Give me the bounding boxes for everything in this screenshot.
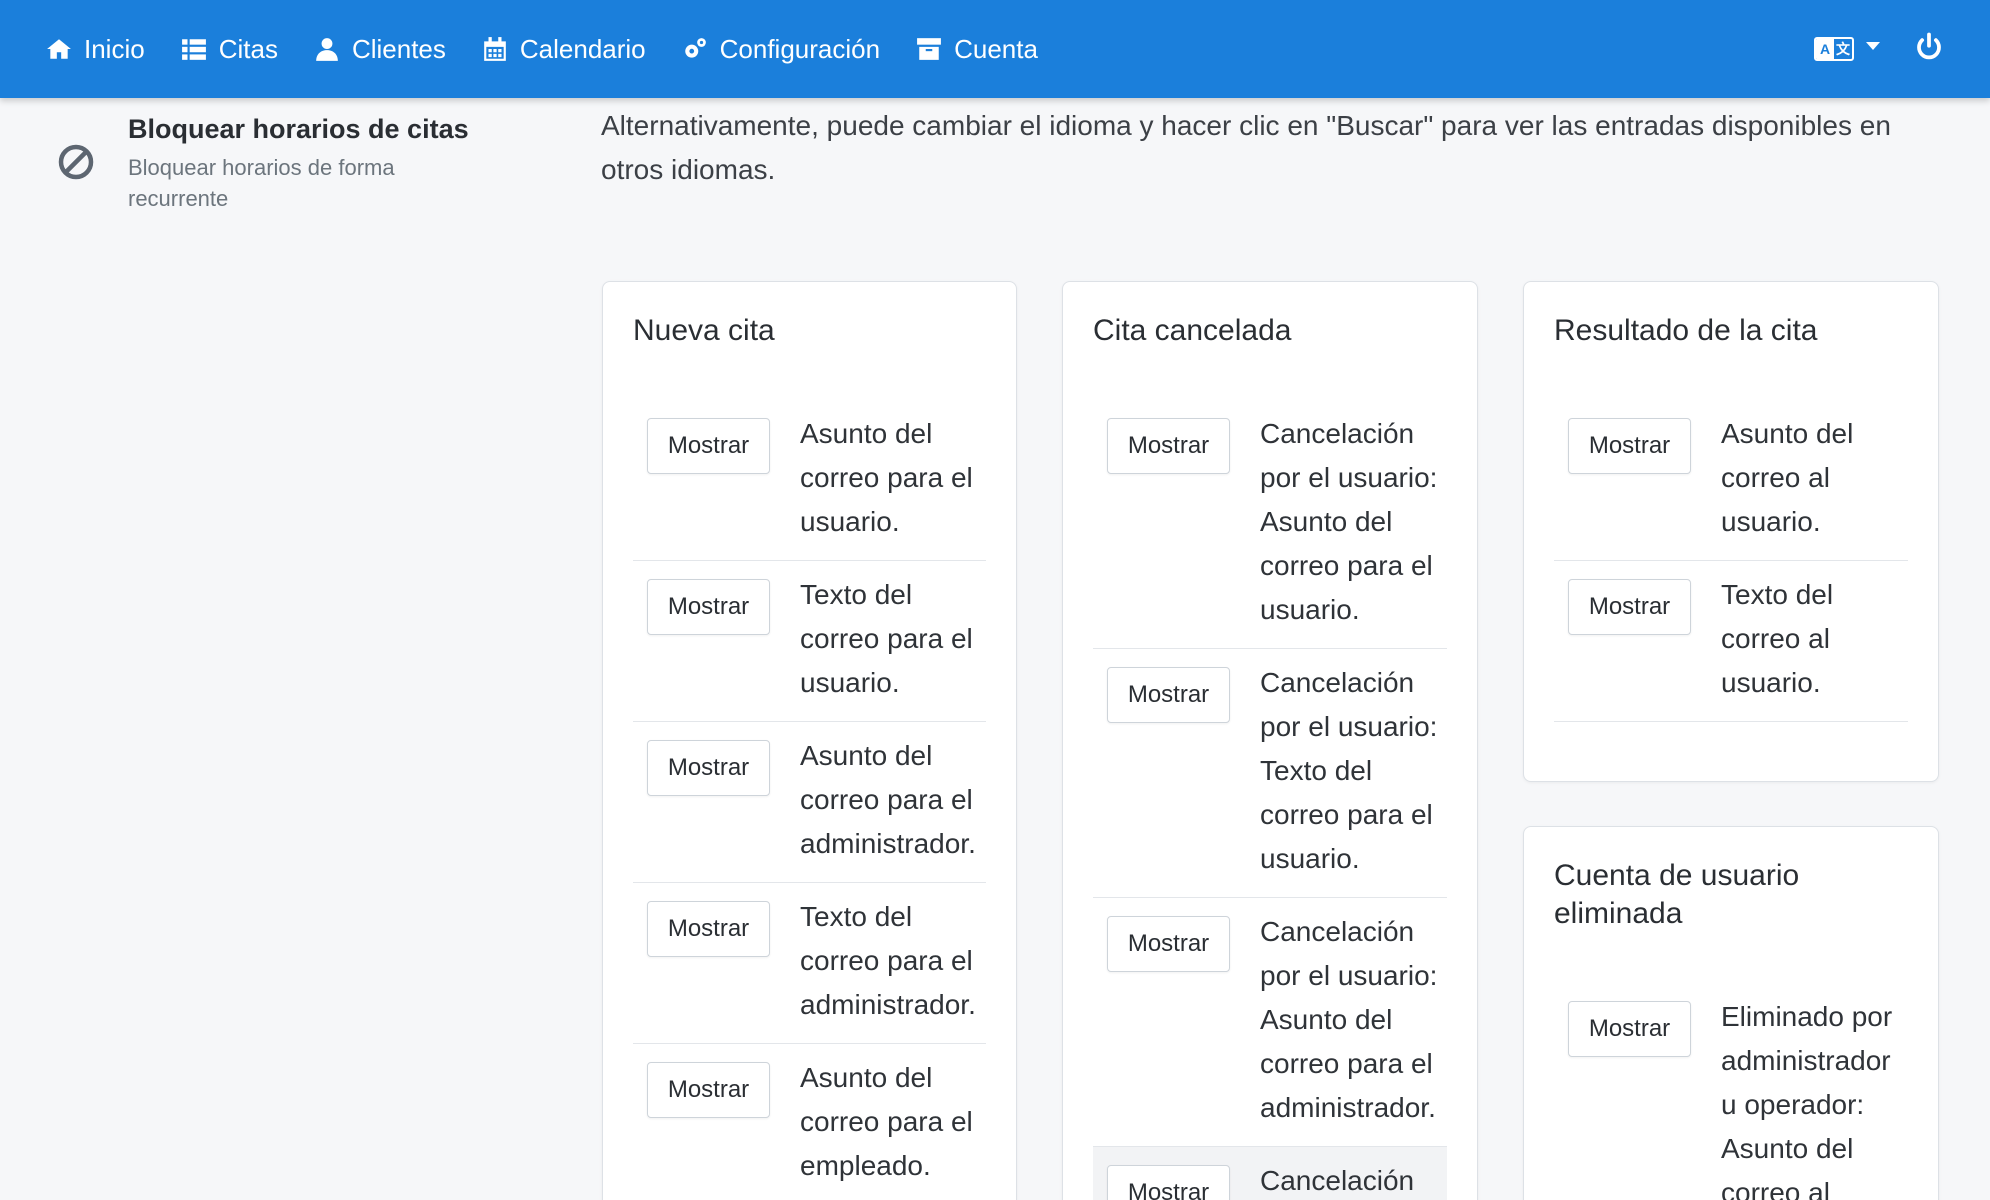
card-title: Resultado de la cita — [1554, 314, 1818, 347]
list-item: Mostrar Texto del correo para el usuario… — [633, 561, 986, 722]
card-title: Nueva cita — [633, 314, 775, 347]
nav-label: Configuración — [719, 33, 881, 64]
nav-item-cuenta[interactable]: Cuenta — [916, 34, 1038, 65]
nav-label: Inicio — [84, 33, 145, 64]
list-item: Mostrar Texto del correo para el adminis… — [633, 883, 986, 1044]
card-cuenta-eliminada: Cuenta de usuario eliminada Mostrar Elim… — [1523, 826, 1939, 1200]
show-button[interactable]: Mostrar — [647, 1062, 770, 1118]
row-text: Cancelación — [1260, 1165, 1415, 1196]
sidebar-item-subtitle: Bloquear horarios de forma recurrente — [128, 155, 395, 211]
nav-label: Citas — [218, 33, 278, 64]
row-text: Asunto del correo al usuario. — [1721, 418, 1854, 537]
row-text: Cancelación por el usuario: Texto del co… — [1260, 667, 1438, 874]
calendar-icon — [484, 37, 506, 61]
show-button[interactable]: Mostrar — [1107, 667, 1230, 723]
show-button[interactable]: Mostrar — [1568, 418, 1691, 474]
list-item: Mostrar Asunto del correo para el usuari… — [633, 400, 986, 561]
sidebar-item-title: Bloquear horarios de citas — [128, 114, 469, 144]
power-icon — [1917, 32, 1941, 59]
logout-button[interactable] — [1914, 32, 1944, 67]
language-icon: A 文 — [1814, 37, 1854, 61]
show-button[interactable]: Mostrar — [647, 418, 770, 474]
nav-label: Calendario — [519, 33, 646, 64]
ban-icon — [58, 144, 94, 180]
user-icon — [316, 38, 338, 61]
card-resultado-cita: Resultado de la cita Mostrar Asunto del … — [1523, 281, 1939, 782]
show-button[interactable]: Mostrar — [1568, 1001, 1691, 1057]
show-button[interactable]: Mostrar — [1568, 579, 1691, 635]
intro-text: Alternativamente, puede cambiar el idiom… — [601, 110, 1891, 185]
card-title: Cuenta de usuario eliminada — [1554, 859, 1800, 930]
show-button[interactable]: Mostrar — [1107, 916, 1230, 972]
nav-item-inicio[interactable]: Inicio — [46, 34, 145, 65]
list-item: Mostrar Cancelación por el usuario: Asun… — [1093, 400, 1447, 649]
show-button[interactable]: Mostrar — [647, 579, 770, 635]
list-icon — [181, 39, 206, 60]
nav-item-calendario[interactable]: Calendario — [482, 34, 646, 65]
row-text: Asunto del correo para el administrador. — [800, 740, 976, 859]
row-text: Asunto del correo para el empleado. — [800, 1062, 973, 1181]
card-cita-cancelada: Cita cancelada Mostrar Cancelación por e… — [1062, 281, 1478, 1200]
row-text: Cancelación por el usuario: Asunto del c… — [1260, 916, 1438, 1123]
show-button[interactable]: Mostrar — [1107, 1165, 1230, 1200]
navbar-right: A 文 — [1814, 0, 1944, 98]
nav-item-clientes[interactable]: Clientes — [314, 34, 446, 65]
row-text: Asunto del correo para el usuario. — [800, 418, 973, 537]
card-title: Cita cancelada — [1093, 314, 1292, 347]
sidebar-item-bloquear-horarios[interactable]: Bloquear horarios de citas Bloquear hora… — [52, 112, 532, 222]
list-item: Mostrar Asunto del correo al usuario. — [1554, 400, 1908, 561]
row-text: Texto del correo para el administrador. — [800, 901, 976, 1020]
list-item: Mostrar Texto del correo al usuario. — [1554, 561, 1908, 722]
home-icon — [47, 39, 71, 59]
top-navbar: Inicio Citas Clientes Calendario Configu… — [0, 0, 1990, 98]
nav-label: Clientes — [351, 33, 446, 64]
archive-icon — [917, 38, 941, 60]
list-item: Mostrar Eliminado por administrador u op… — [1554, 983, 1908, 1200]
row-text: Texto del correo al usuario. — [1721, 579, 1834, 698]
list-item: Mostrar Asunto del correo para el emplea… — [633, 1044, 986, 1200]
nav-label: Cuenta — [954, 33, 1038, 64]
list-item: Mostrar Asunto del correo para el admini… — [633, 722, 986, 883]
show-button[interactable]: Mostrar — [647, 740, 770, 796]
show-button[interactable]: Mostrar — [647, 901, 770, 957]
chevron-down-icon — [1866, 42, 1880, 50]
cogs-icon — [684, 38, 706, 58]
row-text: Cancelación por el usuario: Asunto del c… — [1260, 418, 1438, 625]
card-nueva-cita: Nueva cita Mostrar Asunto del correo par… — [602, 281, 1017, 1200]
row-text: Eliminado por administrador u operador: … — [1721, 1001, 1893, 1200]
language-dropdown[interactable]: A 文 — [1814, 37, 1880, 61]
row-text: Texto del correo para el usuario. — [800, 579, 973, 698]
list-item: Mostrar Cancelación por el usuario: Asun… — [1093, 898, 1447, 1147]
nav-item-citas[interactable]: Citas — [181, 34, 278, 65]
list-item: Mostrar Cancelación por el usuario: Text… — [1093, 649, 1447, 898]
show-button[interactable]: Mostrar — [1107, 418, 1230, 474]
list-item: Mostrar Cancelación — [1093, 1147, 1447, 1200]
nav-item-configuracion[interactable]: Configuración — [682, 34, 880, 65]
